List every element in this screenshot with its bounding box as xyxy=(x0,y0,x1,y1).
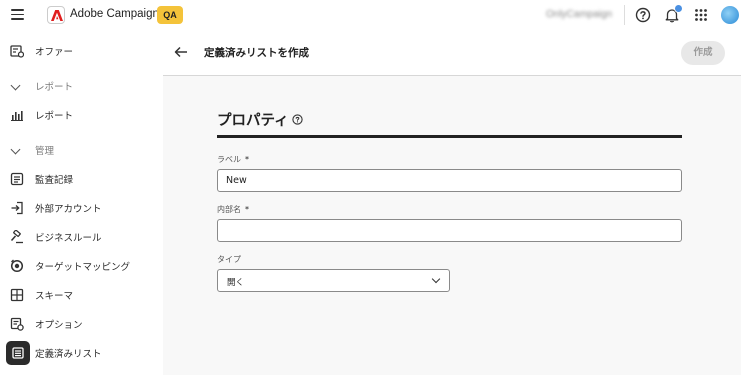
sidebar-item-target-mappings[interactable]: ターゲットマッピング xyxy=(0,255,163,277)
sidebar-section-administration[interactable]: 管理 xyxy=(0,139,163,161)
sidebar-item-label: オファー xyxy=(35,47,74,58)
sidebar-item-label: オプション xyxy=(35,320,83,331)
sidebar-section-label: レポート xyxy=(35,82,74,93)
required-asterisk: * xyxy=(245,155,249,164)
login-icon xyxy=(11,201,23,215)
target-mapping-icon xyxy=(10,259,24,273)
options-icon xyxy=(10,317,24,331)
chevron-down-icon xyxy=(10,144,21,155)
divider xyxy=(624,5,625,25)
sidebar-item-label: レポート xyxy=(35,111,74,122)
page-title: 定義済みリストを作成 xyxy=(204,47,309,59)
scrollbar-area[interactable] xyxy=(741,30,750,375)
sidebar-item-predefined-lists[interactable]: 定義済みリスト xyxy=(0,341,163,365)
label-input[interactable] xyxy=(217,169,682,192)
sidebar-item-offers[interactable]: オファー xyxy=(0,40,163,62)
sidebar-item-label: 外部アカウント xyxy=(35,204,102,215)
sidebar-item-options[interactable]: オプション xyxy=(0,313,163,335)
app-name[interactable]: Adobe Campaign xyxy=(70,8,159,20)
label-field-label: ラベル * xyxy=(217,155,249,164)
sidebar-item-label: 定義済みリスト xyxy=(35,349,102,360)
sidebar-item-label: 監査記録 xyxy=(35,175,74,186)
menu-icon[interactable] xyxy=(11,9,24,20)
bar-chart-icon xyxy=(11,111,23,121)
audit-icon xyxy=(10,172,24,186)
sidebar-item-label: ビジネスルール xyxy=(35,233,102,244)
help-icon[interactable] xyxy=(634,6,652,24)
main-content: 定義済みリストを作成 作成 プロパティ ラベル* 内部名* タイプ 開く xyxy=(163,30,750,375)
chevron-down-icon xyxy=(431,274,441,284)
env-badge: QA xyxy=(157,6,183,24)
type-select-value: 開く xyxy=(227,278,245,288)
chevron-down-icon xyxy=(10,80,21,91)
page-header: 定義済みリストを作成 作成 xyxy=(163,30,741,76)
create-button[interactable]: 作成 xyxy=(681,41,725,65)
type-select[interactable]: 開く xyxy=(217,269,450,292)
required-asterisk: * xyxy=(245,205,249,214)
back-arrow-icon[interactable] xyxy=(173,44,189,60)
adobe-logo-icon[interactable] xyxy=(47,6,65,24)
internal-name-input[interactable] xyxy=(217,219,682,242)
sidebar-section-reports[interactable]: レポート xyxy=(0,75,163,97)
internal-name-field-label: 内部名 * xyxy=(217,205,249,214)
sidebar-item-schemas[interactable]: スキーマ xyxy=(0,284,163,306)
type-field-label: タイプ xyxy=(217,255,241,264)
avatar[interactable] xyxy=(721,6,739,24)
notification-badge xyxy=(674,4,683,13)
sidebar-item-label: ターゲットマッピング xyxy=(35,262,131,273)
sidebar-item-audit-logs[interactable]: 監査記録 xyxy=(0,168,163,190)
section-divider xyxy=(217,135,682,138)
sidebar-section-label: 管理 xyxy=(35,146,55,157)
schema-icon xyxy=(10,288,24,302)
help-icon[interactable] xyxy=(292,114,303,125)
section-title: プロパティ xyxy=(217,113,289,129)
sidebar-item-reports[interactable]: レポート xyxy=(0,104,163,126)
top-bar: Adobe Campaign QA OnlyCampaign xyxy=(0,0,750,30)
sidebar-item-label: スキーマ xyxy=(35,291,74,302)
org-switcher[interactable]: OnlyCampaign xyxy=(546,9,612,20)
sidebar-item-business-rules[interactable]: ビジネスルール xyxy=(0,226,163,248)
list-icon xyxy=(12,347,24,359)
offer-icon xyxy=(10,45,24,58)
gavel-icon xyxy=(10,230,23,244)
sidebar-item-external-accounts[interactable]: 外部アカウント xyxy=(0,197,163,219)
sidebar: オファー レポート レポート 管理 監査記録 外部アカウント ビジネスルール タ… xyxy=(0,30,163,375)
apps-grid-icon[interactable] xyxy=(692,6,710,24)
